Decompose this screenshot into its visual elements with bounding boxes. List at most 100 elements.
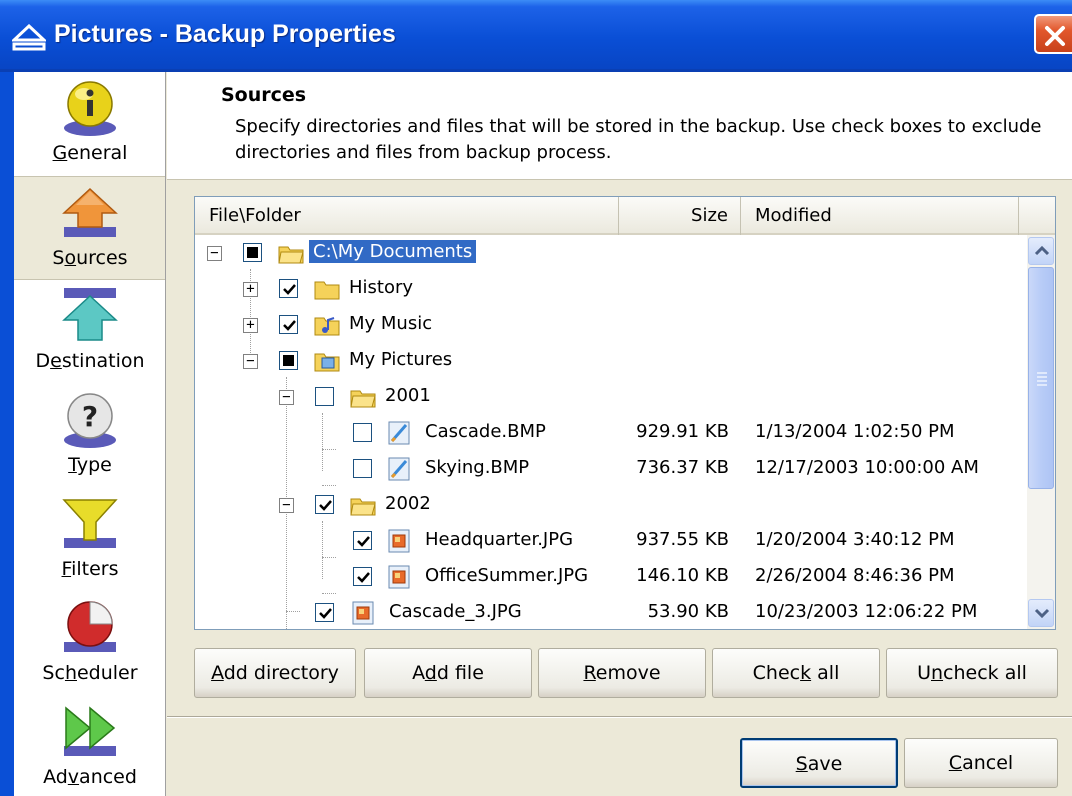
checkbox-checked[interactable] — [315, 495, 334, 514]
eject-icon — [12, 24, 46, 51]
column-header-modified[interactable]: Modified — [741, 197, 1019, 235]
checkbox-checked[interactable] — [353, 531, 372, 550]
checkmark-icon — [283, 320, 296, 331]
tree-row[interactable]: + History — [195, 271, 1027, 307]
collapse-toggle[interactable]: − — [207, 246, 222, 261]
sidebar-item-sources[interactable]: Sources — [14, 176, 165, 280]
tree-row[interactable]: Cascade.BMP 929.91 KB 1/13/2004 1:02:50 … — [195, 415, 1027, 451]
sidebar-item-type[interactable]: ? Type — [14, 384, 165, 488]
checkmark-icon — [319, 500, 332, 511]
tree-row[interactable]: OfficeSummer.JPG 146.10 KB 2/26/2004 8:4… — [195, 559, 1027, 595]
tree-row[interactable]: + My Music — [195, 307, 1027, 343]
expand-toggle[interactable]: + — [243, 282, 258, 297]
jpeg-file-icon — [388, 529, 410, 553]
question-icon: ? — [64, 393, 116, 448]
tree-item-label[interactable]: 2001 — [381, 384, 435, 407]
tree-item-label[interactable]: C:\My Documents — [309, 240, 477, 263]
checkbox-checked[interactable] — [279, 279, 298, 298]
scroll-up-button[interactable] — [1028, 237, 1054, 265]
file-size: 146.10 KB — [636, 565, 729, 586]
vertical-scrollbar[interactable] — [1027, 235, 1055, 629]
up-arrow-orange-icon — [62, 187, 118, 237]
remove-button[interactable]: Remove — [538, 648, 706, 698]
collapse-toggle[interactable]: − — [279, 498, 294, 513]
title-bar[interactable]: Pictures - Backup Properties — [0, 0, 1072, 72]
column-header-size[interactable]: Size — [619, 197, 741, 235]
sidebar-item-destination[interactable]: Destination — [14, 280, 165, 384]
folder-open-icon — [278, 246, 304, 264]
add-file-button[interactable]: Add file — [364, 648, 532, 698]
info-icon — [64, 81, 116, 136]
check-all-button[interactable]: Check all — [712, 648, 880, 698]
scroll-down-button[interactable] — [1028, 599, 1054, 627]
checkmark-icon — [357, 536, 370, 547]
tree-item-label[interactable]: History — [345, 276, 417, 299]
checkbox-unchecked[interactable] — [353, 459, 372, 478]
tree-item-label[interactable]: My Pictures — [345, 348, 456, 371]
tree-item-label[interactable]: My Music — [345, 312, 436, 335]
jpeg-file-icon — [388, 565, 410, 589]
checkbox-checked[interactable] — [315, 603, 334, 622]
music-folder-icon — [314, 317, 340, 336]
collapse-toggle[interactable]: − — [243, 354, 258, 369]
close-button[interactable] — [1034, 14, 1072, 54]
sidebar-item-filters[interactable]: Filters — [14, 488, 165, 592]
tree-row[interactable]: − C:\My Documents — [195, 235, 1027, 271]
tree-row[interactable]: Cascade_3.JPG 53.90 KB 10/23/2003 12:06:… — [195, 595, 1027, 629]
collapse-toggle[interactable]: − — [279, 390, 294, 405]
expand-toggle[interactable]: + — [243, 318, 258, 333]
sidebar: General Sources Destination ? Type Filte… — [0, 72, 166, 796]
jpeg-file-icon — [352, 601, 374, 625]
tree-row[interactable]: − My Pictures — [195, 343, 1027, 379]
checkmark-icon — [283, 284, 296, 295]
tree-item-label[interactable]: Cascade_3.JPG — [385, 600, 526, 623]
tree-row[interactable]: Headquarter.JPG 937.55 KB 1/20/2004 3:40… — [195, 523, 1027, 559]
folder-icon — [314, 281, 340, 300]
sidebar-item-scheduler[interactable]: Scheduler — [14, 592, 165, 696]
tree-item-label[interactable]: Skying.BMP — [421, 456, 533, 479]
checkmark-icon — [319, 608, 332, 619]
uncheck-all-button[interactable]: Uncheck all — [886, 648, 1058, 698]
page-title: Sources — [221, 84, 307, 106]
chevron-down-icon — [1034, 608, 1050, 619]
sources-tree[interactable]: File\Folder Size Modified − C:\My Docume… — [194, 196, 1056, 630]
file-modified: 2/26/2004 8:46:36 PM — [755, 565, 955, 586]
svg-text:?: ? — [82, 400, 98, 433]
checkbox-checked[interactable] — [279, 315, 298, 334]
fast-forward-icon — [64, 706, 116, 756]
pie-clock-icon — [64, 601, 116, 652]
sidebar-item-advanced[interactable]: Advanced — [14, 696, 165, 796]
cancel-button[interactable]: Cancel — [904, 738, 1058, 788]
tree-row[interactable]: Skying.BMP 736.37 KB 12/17/2003 10:00:00… — [195, 451, 1027, 487]
checkmark-icon — [357, 572, 370, 583]
chevron-up-icon — [1034, 245, 1050, 256]
checkbox-partial[interactable] — [243, 243, 262, 262]
bitmap-file-icon — [388, 421, 410, 445]
separator — [167, 716, 1072, 718]
save-button[interactable]: Save — [740, 738, 898, 788]
column-header-file[interactable]: File\Folder — [195, 197, 619, 235]
grip-icon — [1037, 372, 1047, 386]
sidebar-item-general[interactable]: General — [14, 72, 165, 176]
tree-row[interactable]: − 2002 — [195, 487, 1027, 523]
checkbox-unchecked[interactable] — [315, 387, 334, 406]
up-arrow-teal-icon — [62, 288, 118, 341]
tree-item-label[interactable]: Cascade.BMP — [421, 420, 550, 443]
file-modified: 1/20/2004 3:40:12 PM — [755, 529, 955, 550]
tree-item-label[interactable]: 2002 — [381, 492, 435, 515]
file-modified: 10/23/2003 12:06:22 PM — [755, 601, 978, 622]
pictures-folder-icon — [314, 353, 340, 372]
section-description: Specify directories and files that will … — [235, 116, 1042, 163]
add-directory-button[interactable]: Add directory — [194, 648, 356, 698]
tree-header: File\Folder Size Modified — [195, 197, 1055, 235]
section-header: Sources Specify directories and files th… — [167, 72, 1072, 180]
tree-row[interactable]: − 2001 — [195, 379, 1027, 415]
scroll-thumb[interactable] — [1028, 267, 1054, 489]
checkbox-partial[interactable] — [279, 351, 298, 370]
tree-item-label[interactable]: Headquarter.JPG — [421, 528, 577, 551]
checkbox-unchecked[interactable] — [353, 423, 372, 442]
file-modified: 1/13/2004 1:02:50 PM — [755, 421, 955, 442]
tree-item-label[interactable]: OfficeSummer.JPG — [421, 564, 592, 587]
checkbox-checked[interactable] — [353, 567, 372, 586]
bitmap-file-icon — [388, 457, 410, 481]
